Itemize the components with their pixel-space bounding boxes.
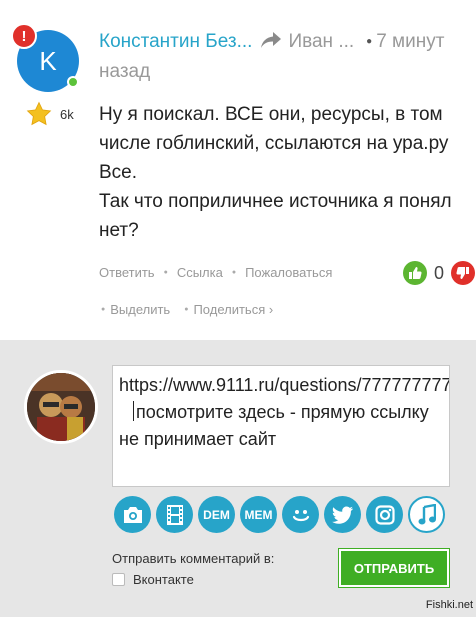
rating-count: 6k: [60, 106, 74, 122]
separator-dot: ●: [184, 306, 189, 313]
reply-form: https://www.9111.ru/questions/7777777771…: [0, 340, 476, 617]
vk-option: Вконтакте: [112, 572, 194, 587]
reply-arrow-icon: [261, 32, 282, 48]
user-rating: 6k: [26, 101, 74, 127]
vote-count: 0: [434, 262, 445, 283]
separator-dot: ●: [366, 36, 373, 47]
camera-icon[interactable]: [114, 496, 151, 533]
film-icon[interactable]: [156, 496, 193, 533]
twitter-icon[interactable]: [324, 496, 361, 533]
separator-dot: ●: [163, 269, 168, 276]
site-watermark: Fishki.net: [425, 599, 473, 611]
thumbs-down-icon[interactable]: [451, 261, 476, 285]
select-link[interactable]: Выделить: [110, 302, 170, 317]
online-status-dot: [67, 76, 79, 88]
vk-label[interactable]: Вконтакте: [133, 572, 194, 587]
reply-to-name[interactable]: Иван ...: [288, 31, 354, 52]
textarea-text-before: https://www.9111.ru/questions/7777777771…: [119, 375, 449, 395]
comment-line: Все.: [99, 162, 138, 183]
star-icon: [26, 101, 52, 126]
author-avatar-wrap[interactable]: K !: [11, 23, 79, 92]
comment-line: Так что поприличнее источника я понял не…: [99, 191, 452, 241]
comment: K ! 6k Константин Без... Иван ... ● 7 минут…: [0, 0, 476, 340]
attachment-toolbar: DEM MEM: [114, 496, 445, 533]
link-link[interactable]: Ссылка: [177, 265, 223, 280]
textarea-text-after: посмотрите здесь - прямую ссылку не прин…: [119, 402, 429, 449]
send-to-label: Отправить комментарий в:: [112, 551, 275, 566]
report-link[interactable]: Пожаловаться: [245, 265, 332, 280]
dem-button[interactable]: DEM: [198, 496, 235, 533]
comment-actions-secondary: ● Выделить ● Поделиться ›: [101, 302, 273, 317]
comment-header: Константин Без... Иван ... ● 7 минут назад: [99, 27, 469, 87]
separator-dot: ●: [231, 269, 237, 276]
comment-actions: Ответить ● Ссылка ● Пожаловаться: [99, 265, 332, 280]
music-icon[interactable]: [408, 496, 445, 533]
comment-line: Ну я поискал. ВСЕ они, ресурсы, в том чи…: [99, 104, 449, 154]
comment-textarea[interactable]: https://www.9111.ru/questions/7777777771…: [112, 365, 450, 487]
thumbs-up-icon[interactable]: [403, 261, 427, 285]
separator-dot: ●: [101, 306, 106, 313]
vk-checkbox[interactable]: [112, 573, 125, 586]
text-caret: [133, 401, 134, 421]
mem-button[interactable]: MEM: [240, 496, 277, 533]
smile-icon[interactable]: [282, 496, 319, 533]
share-link[interactable]: Поделиться ›: [193, 302, 273, 317]
instagram-icon[interactable]: [366, 496, 403, 533]
reply-link[interactable]: Ответить: [99, 265, 155, 280]
author-name[interactable]: Константин Без...: [99, 31, 252, 52]
send-button[interactable]: ОТПРАВИТЬ: [338, 548, 450, 588]
my-avatar[interactable]: [24, 370, 98, 444]
comment-text: Ну я поискал. ВСЕ они, ресурсы, в том чи…: [99, 100, 471, 245]
votes: 0: [403, 261, 476, 285]
alert-badge: !: [11, 23, 37, 49]
